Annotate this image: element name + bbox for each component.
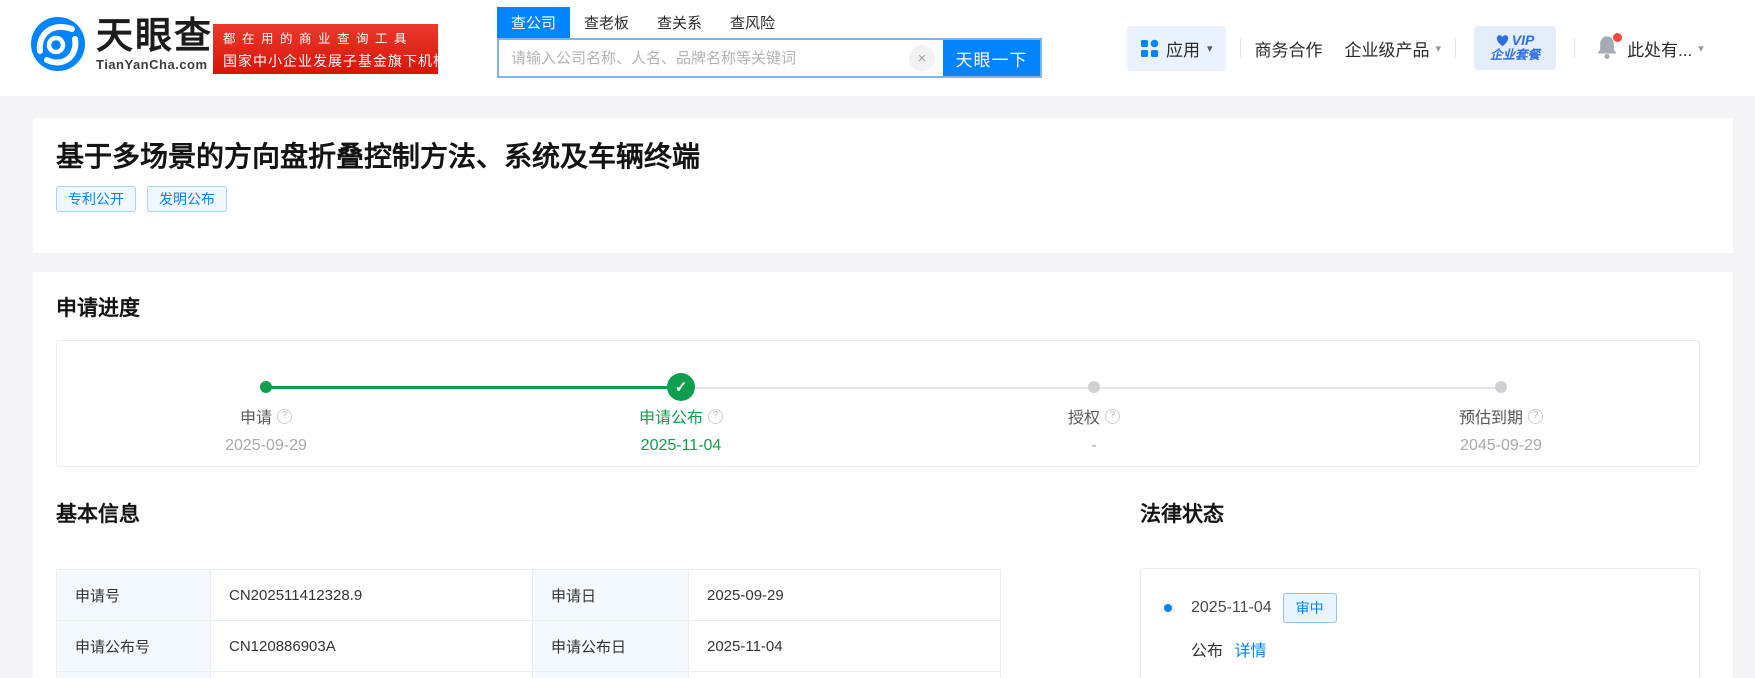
timeline-node-expiry xyxy=(1495,381,1507,393)
enterprise-label: 企业级产品 xyxy=(1345,36,1430,61)
search-button[interactable]: 天眼一下 xyxy=(943,40,1040,76)
search-box: × 天眼一下 xyxy=(497,38,1042,78)
check-icon: ✓ xyxy=(675,378,688,396)
cell-value: 2025-11-04 xyxy=(689,621,1001,672)
tag-invention-publication[interactable]: 发明公布 xyxy=(147,186,227,212)
vip-package-button[interactable]: VIP 企业套餐 xyxy=(1474,26,1556,70)
brand-domain: TianYanCha.com xyxy=(96,57,213,72)
apps-menu-button[interactable]: 应用 ▾ xyxy=(1127,26,1226,71)
step-date: 2045-09-29 xyxy=(1391,437,1611,455)
timeline-node-filed xyxy=(260,381,272,393)
table-row: 申请公布号 CN120886903A 申请公布日 2025-11-04 xyxy=(57,621,1001,672)
legal-detail-link[interactable]: 详情 xyxy=(1234,643,1266,660)
table-row-clipped xyxy=(57,672,1001,678)
tag-patent-publication[interactable]: 专利公开 xyxy=(56,186,136,212)
patent-title-card: 基于多场景的方向盘折叠控制方法、系统及车辆终端 专利公开 发明公布 xyxy=(33,118,1733,253)
help-icon[interactable]: ? xyxy=(708,409,723,424)
timeline-segment-done xyxy=(266,386,681,389)
help-icon[interactable]: ? xyxy=(277,409,292,424)
account-menu[interactable]: 此处有... ▾ xyxy=(1627,36,1704,61)
timeline-step-granted: 授权 ? - xyxy=(984,404,1204,455)
timeline-node-granted xyxy=(1088,381,1100,393)
step-date: 2025-11-04 xyxy=(571,437,791,455)
legal-status-card: 2025-11-04 审中 公布 详情 xyxy=(1140,568,1700,678)
slogan-banner: 都在用的商业查询工具 国家中小企业发展子基金旗下机构 xyxy=(213,24,438,74)
timeline-node-published: ✓ xyxy=(667,373,695,401)
tab-search-company[interactable]: 查公司 xyxy=(497,7,570,38)
slogan-line1: 都在用的商业查询工具 xyxy=(223,28,428,47)
timeline-step-expiry: 预估到期 ? 2045-09-29 xyxy=(1391,404,1611,455)
vip-package-label: 企业套餐 xyxy=(1490,48,1540,63)
notification-dot xyxy=(1613,33,1622,42)
section-heading-progress: 申请进度 xyxy=(56,292,140,322)
search-tabs: 查公司 查老板 查关系 查风险 xyxy=(497,11,1042,38)
brand-name: 天眼查 xyxy=(96,17,213,55)
cell-value: CN202511412328.9 xyxy=(211,570,533,621)
timeline-step-published: 申请公布 ? 2025-11-04 xyxy=(571,404,791,455)
page-title: 基于多场景的方向盘折叠控制方法、系统及车辆终端 xyxy=(56,135,700,175)
legal-date: 2025-11-04 xyxy=(1191,599,1272,617)
step-label: 申请公布 xyxy=(639,404,703,428)
chevron-down-icon: ▾ xyxy=(1698,42,1704,55)
apps-grid-icon xyxy=(1140,39,1159,58)
header-nav: 应用 ▾ 商务合作 企业级产品 ▾ VIP 企业套餐 xyxy=(1127,0,1741,96)
divider xyxy=(1574,38,1575,58)
cell-label: 申请公布号 xyxy=(57,621,211,672)
tianyancha-logo-icon xyxy=(30,16,86,72)
cell-value: 2025-09-29 xyxy=(689,570,1001,621)
divider xyxy=(1455,38,1456,58)
section-heading-basic-info: 基本信息 xyxy=(56,498,140,528)
clear-search-icon[interactable]: × xyxy=(909,45,935,71)
section-heading-legal-status: 法律状态 xyxy=(1140,498,1224,528)
legal-event: 公布 xyxy=(1191,643,1223,660)
nav-business-cooperation[interactable]: 商务合作 xyxy=(1255,36,1323,61)
notifications-button[interactable] xyxy=(1595,34,1621,62)
vip-heart-icon xyxy=(1496,35,1509,47)
chevron-down-icon: ▾ xyxy=(1207,42,1213,55)
tab-search-relation[interactable]: 查关系 xyxy=(643,7,716,38)
help-icon[interactable]: ? xyxy=(1528,409,1543,424)
status-badge: 审中 xyxy=(1283,593,1337,623)
cell-value: CN120886903A xyxy=(211,621,533,672)
divider xyxy=(1240,38,1241,58)
slogan-line2: 国家中小企业发展子基金旗下机构 xyxy=(223,51,428,71)
cell-label: 申请号 xyxy=(57,570,211,621)
tab-search-risk[interactable]: 查风险 xyxy=(716,7,789,38)
step-date: 2025-09-29 xyxy=(156,437,376,455)
patent-detail-card: 申请进度 ✓ 申请 ? 2025-09-29 申请公布 ? 2025-11-04… xyxy=(33,272,1733,678)
search-area: 查公司 查老板 查关系 查风险 × 天眼一下 xyxy=(497,11,1042,78)
step-label: 申请 xyxy=(240,404,272,428)
legal-status-item: 2025-11-04 审中 公布 详情 xyxy=(1164,593,1337,661)
step-date: - xyxy=(984,437,1204,455)
top-header: 天眼查 TianYanCha.com 都在用的商业查询工具 国家中小企业发展子基… xyxy=(0,0,1755,96)
patent-tags: 专利公开 发明公布 xyxy=(56,186,227,212)
table-row: 申请号 CN202511412328.9 申请日 2025-09-29 xyxy=(57,570,1001,621)
cell-label: 申请公布日 xyxy=(533,621,689,672)
step-label: 授权 xyxy=(1068,404,1100,428)
search-input[interactable] xyxy=(499,40,909,76)
cell-label: 申请日 xyxy=(533,570,689,621)
bullet-icon xyxy=(1164,604,1172,612)
apps-label: 应用 xyxy=(1166,36,1200,61)
help-icon[interactable]: ? xyxy=(1105,409,1120,424)
tianyancha-logo[interactable]: 天眼查 TianYanCha.com xyxy=(30,16,213,72)
vip-label: VIP xyxy=(1512,33,1535,48)
application-progress-timeline: ✓ 申请 ? 2025-09-29 申请公布 ? 2025-11-04 授权 ?… xyxy=(56,340,1700,467)
account-label: 此处有... xyxy=(1627,36,1692,61)
basic-info-table: 申请号 CN202511412328.9 申请日 2025-09-29 申请公布… xyxy=(56,569,1001,678)
timeline-step-filed: 申请 ? 2025-09-29 xyxy=(156,404,376,455)
step-label: 预估到期 xyxy=(1459,404,1523,428)
chevron-down-icon: ▾ xyxy=(1436,42,1442,55)
tab-search-boss[interactable]: 查老板 xyxy=(570,7,643,38)
nav-enterprise-products[interactable]: 企业级产品 ▾ xyxy=(1345,36,1442,61)
